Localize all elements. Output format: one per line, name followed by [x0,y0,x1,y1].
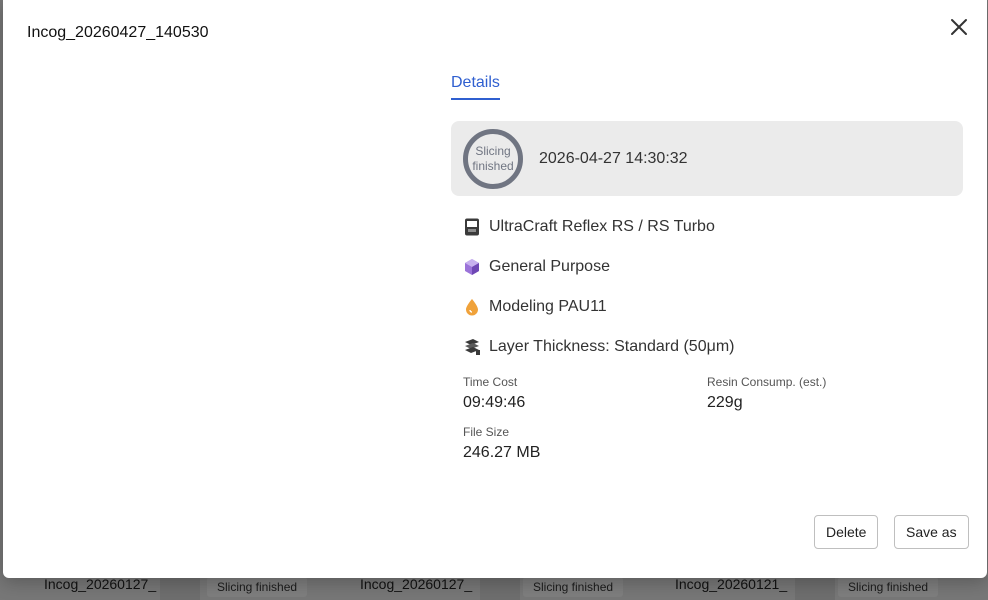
save-as-button[interactable]: Save as [894,515,969,549]
delete-button[interactable]: Delete [814,515,879,549]
stat-resin-consumption: Resin Consump. (est.) 229g [707,375,826,412]
status-timestamp: 2026-04-27 14:30:32 [539,150,688,167]
file-size-label: File Size [463,425,510,439]
status-ring: Slicing finished [463,129,523,189]
status-text-line2: finished [472,159,514,173]
tab-details[interactable]: Details [451,74,500,100]
close-icon [951,19,967,35]
time-cost-value: 09:49:46 [463,394,526,411]
info-layer-thickness: Layer Thickness: Standard (50μm) [463,335,734,359]
profile-name: General Purpose [489,258,610,275]
time-cost-label: Time Cost [463,375,518,389]
status-card: Slicing finished 2026-04-27 14:30:32 [451,121,963,196]
printer-name: UltraCraft Reflex RS / RS Turbo [489,218,715,235]
stat-file-size: File Size 246.27 MB [463,425,540,462]
file-size-value: 246.27 MB [463,444,541,461]
info-profile: General Purpose [463,255,610,279]
resin-drop-icon [463,297,481,317]
resin-consumption-label: Resin Consump. (est.) [707,375,827,389]
info-resin: Modeling PAU11 [463,295,607,319]
cube-icon [463,257,481,277]
info-printer: UltraCraft Reflex RS / RS Turbo [463,215,715,239]
status-text-line1: Slicing [475,144,511,158]
printer-icon [463,217,481,237]
stat-time-cost: Time Cost 09:49:46 [463,375,525,412]
resin-name: Modeling PAU11 [489,298,607,315]
resin-consumption-value: 229g [707,394,743,411]
close-button[interactable] [947,15,971,39]
file-details-modal: Incog_20260427_140530 Details Slicing fi… [3,0,987,578]
modal-title: Incog_20260427_140530 [27,24,209,41]
layer-thickness: Layer Thickness: Standard (50μm) [489,338,735,355]
layers-icon [463,337,481,357]
